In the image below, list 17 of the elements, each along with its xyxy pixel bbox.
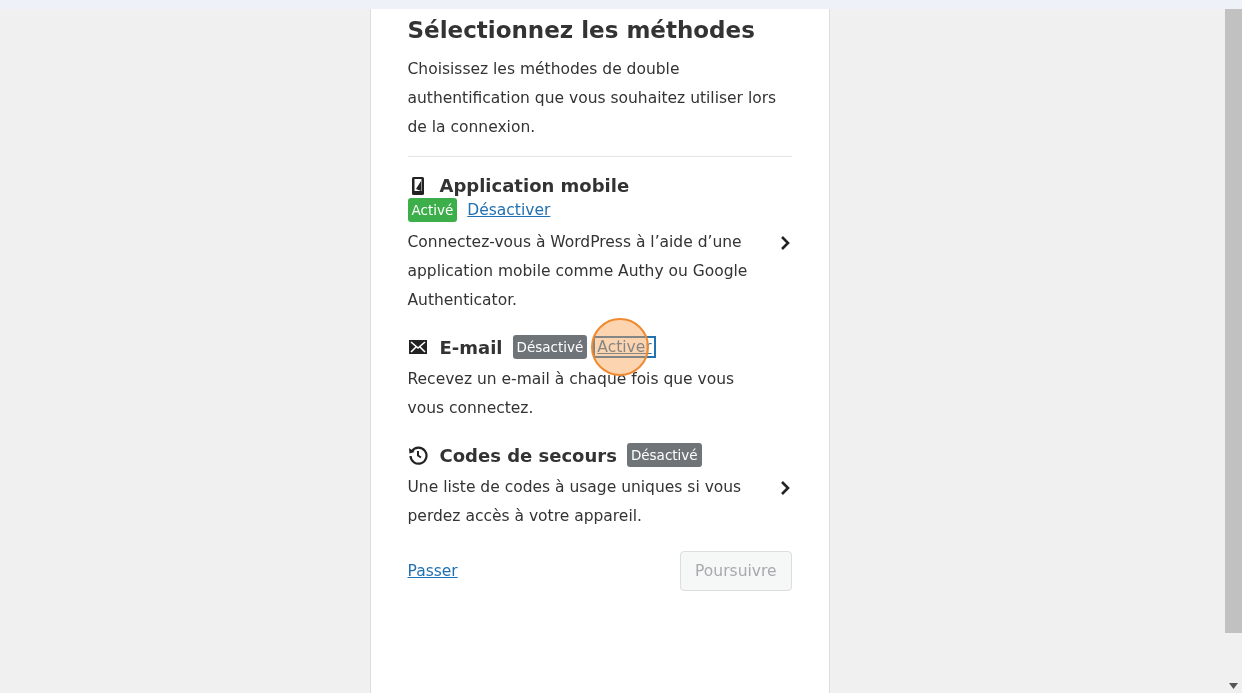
- method-description: Recevez un e-mail à chaque fois que vous vous connectez.: [407, 369, 736, 419]
- method-title: Application mobile: [439, 175, 630, 196]
- method-title: E-mail: [439, 336, 503, 358]
- skip-link[interactable]: Passer: [407, 562, 458, 580]
- status-badge: Désactivé: [626, 443, 702, 467]
- history-icon: [407, 445, 428, 465]
- method-title: Codes de secours: [439, 444, 617, 466]
- scrollbar-thumb[interactable]: [1225, 9, 1242, 633]
- intro-text: Choisissez les méthodes de double authentification que vous souhaitez utiliser lors de la connexion.: [407, 59, 778, 138]
- toggle-link[interactable]: Désactiver: [465, 201, 553, 219]
- status-badge: Désactivé: [512, 335, 588, 359]
- scroll-down-icon[interactable]: [1229, 683, 1238, 689]
- status-badge: Activé: [407, 198, 458, 222]
- envelope-icon: [407, 337, 428, 357]
- page-title: Sélectionnez les méthodes: [407, 16, 756, 45]
- method-description: Connectez-vous à WordPress à l’aide d’une application mobile comme Authy ou Google Authenticator.: [407, 232, 749, 311]
- method-description: Une liste de codes à usage uniques si vous perdez accès à votre appareil.: [407, 477, 743, 527]
